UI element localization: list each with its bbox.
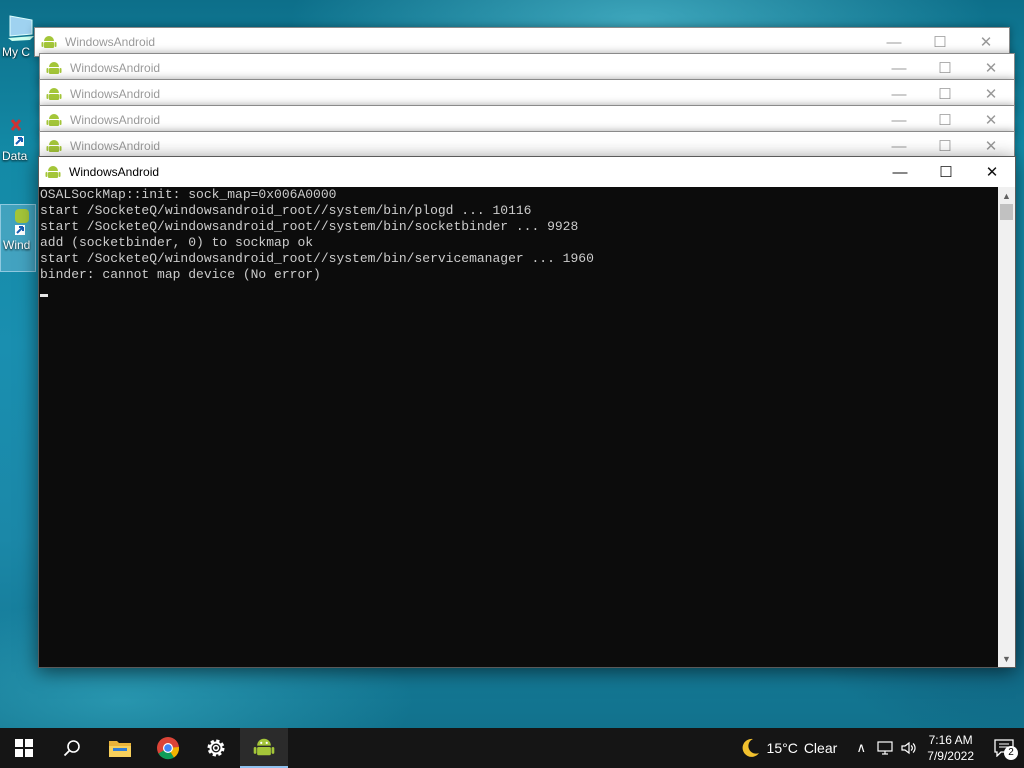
notification-count-badge: 2 [1004,746,1018,760]
console-line: start /SocketeQ/windowsandroid_root//sys… [40,219,579,234]
weather-widget[interactable]: 15°C Clear [739,737,838,759]
settings-button[interactable] [192,728,240,768]
desktop-icon-windowsandroid[interactable]: Wind [0,204,36,272]
scroll-thumb[interactable] [1000,204,1013,220]
folder-icon [109,741,131,757]
window-windowsandroid-console[interactable]: WindowsAndroid — ☐ ✕ OSALSockMap::init: … [38,156,1016,668]
database-shortcut-icon [10,119,24,146]
minimize-button[interactable]: — [876,80,922,108]
console-line: start /SocketeQ/windowsandroid_root//sys… [40,251,594,266]
volume-icon[interactable] [897,728,921,768]
desktop-icon-label: My C [2,45,30,59]
search-button[interactable] [48,728,96,768]
maximize-button[interactable]: ☐ [922,54,968,82]
close-button[interactable]: ✕ [968,54,1014,82]
moon-icon [742,738,759,757]
window-titlebar[interactable]: WindowsAndroid — ☐ ✕ [39,157,1015,187]
window-title: WindowsAndroid [70,113,161,127]
android-icon [46,140,62,152]
show-hidden-icons-chevron-up-icon[interactable]: ∧ [849,728,873,768]
close-button[interactable]: ✕ [968,80,1014,108]
desktop-icon-label: Data [2,149,28,163]
desktop-icon-label: Wind [3,238,31,252]
weather-condition: Clear [803,740,838,756]
android-icon [41,36,57,48]
desktop-icon-data[interactable]: Data [0,116,36,163]
maximize-button[interactable]: ☐ [923,157,969,187]
gear-icon [207,739,225,757]
search-icon [63,740,80,757]
windowsandroid-shortcut-icon [15,209,29,235]
text-cursor [40,294,48,297]
action-center-button[interactable]: 2 [984,728,1024,768]
windows-logo-icon [15,739,33,757]
window-title: WindowsAndroid [65,35,156,49]
maximize-button[interactable]: ☐ [917,28,963,56]
close-button[interactable]: ✕ [969,157,1015,187]
window-title: WindowsAndroid [69,165,160,179]
taskbar-clock[interactable]: 7:16 AM 7/9/2022 [927,732,974,764]
window-title: WindowsAndroid [70,139,161,153]
console-output[interactable]: OSALSockMap::init: sock_map=0x006A0000 st… [39,187,1015,667]
scroll-up-arrow-icon[interactable]: ▲ [998,187,1015,204]
minimize-button[interactable]: — [876,54,922,82]
maximize-button[interactable]: ☐ [922,80,968,108]
console-text: OSALSockMap::init: sock_map=0x006A0000 st… [40,187,1015,283]
start-button[interactable] [0,728,48,768]
desktop-icon-my-computer[interactable]: My C [0,12,36,59]
clock-date: 7/9/2022 [927,749,974,763]
minimize-button[interactable]: — [871,28,917,56]
minimize-button[interactable]: — [877,157,923,187]
android-icon [45,166,61,178]
chrome-button[interactable] [144,728,192,768]
android-icon [46,114,62,126]
close-button[interactable]: ✕ [968,106,1014,134]
window-title: WindowsAndroid [70,87,161,101]
network-icon[interactable] [873,728,897,768]
console-line: OSALSockMap::init: sock_map=0x006A0000 [40,187,337,202]
windowsandroid-taskbar-button[interactable] [240,728,288,768]
window-title: WindowsAndroid [70,61,161,75]
console-line: binder: cannot map device (No error) [40,267,321,282]
maximize-button[interactable]: ☐ [922,106,968,134]
android-icon [253,738,275,756]
close-button[interactable]: ✕ [963,28,1009,56]
chrome-icon [157,737,180,760]
console-line: add (socketbinder, 0) to sockmap ok [40,235,314,250]
clock-time: 7:16 AM [928,733,973,747]
computer-icon [8,15,34,41]
scroll-down-arrow-icon[interactable]: ▼ [998,650,1015,667]
system-tray: 15°C Clear ∧ 7:16 AM 7/9/2022 2 [739,728,1024,768]
android-icon [46,88,62,100]
console-scrollbar[interactable]: ▲ ▼ [998,187,1015,667]
file-explorer-button[interactable] [96,728,144,768]
taskbar: 15°C Clear ∧ 7:16 AM 7/9/2022 2 [0,728,1024,768]
minimize-button[interactable]: — [876,106,922,134]
weather-temperature: 15°C [766,740,798,756]
console-line: start /SocketeQ/windowsandroid_root//sys… [40,203,532,218]
android-icon [46,62,62,74]
